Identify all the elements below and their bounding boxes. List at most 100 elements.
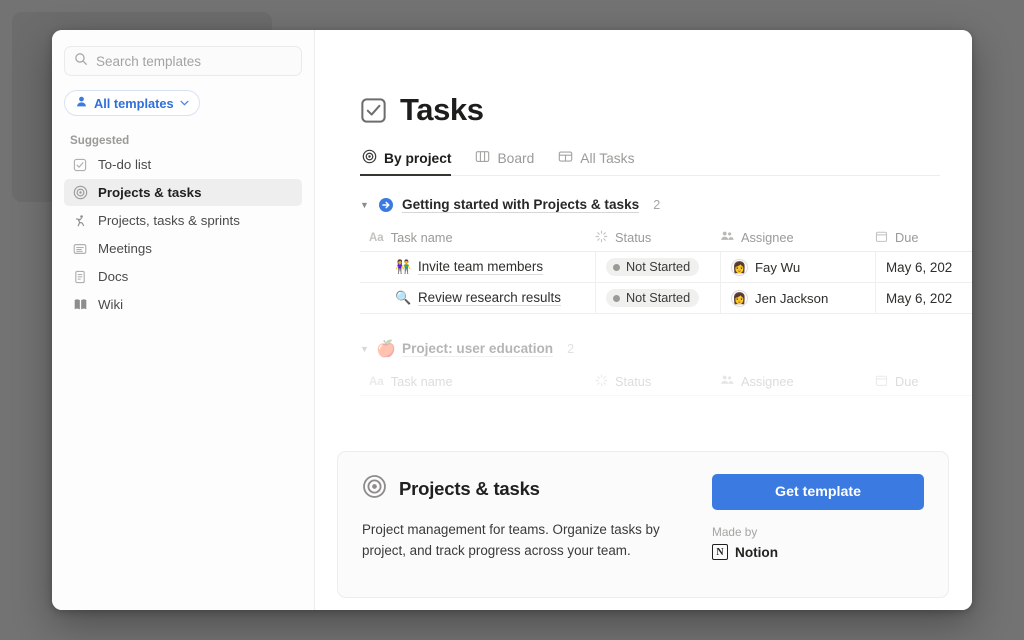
column-label: Assignee <box>741 230 794 245</box>
table-icon <box>558 149 573 167</box>
cell-task-name[interactable]: 🔍 Review research results <box>360 283 595 313</box>
sidebar: All templates Suggested To-do list Proje… <box>52 30 315 610</box>
cell-due[interactable]: May 6, 202 <box>875 283 972 313</box>
column-label: Task name <box>391 230 453 245</box>
task-group: ▼ Getting started with Projects & tasks … <box>360 194 972 314</box>
apple-emoji-icon: 🍎 <box>378 341 394 357</box>
sidebar-item-label: Projects, tasks & sprints <box>98 213 240 228</box>
task-table: Aa Task name Status <box>360 368 972 396</box>
sidebar-item-to-do-list[interactable]: To-do list <box>64 151 302 178</box>
status-icon <box>595 374 608 390</box>
all-templates-label: All templates <box>94 96 174 111</box>
maker-name: Notion <box>735 545 778 560</box>
info-card-right: Get template Made by N Notion <box>712 474 924 560</box>
column-header-task-name[interactable]: Aa Task name <box>360 224 595 251</box>
notion-logo-icon: N <box>712 544 728 560</box>
task-name-label: Review research results <box>418 290 561 306</box>
get-template-button[interactable]: Get template <box>712 474 924 510</box>
sidebar-item-wiki[interactable]: Wiki <box>64 291 302 318</box>
status-label: Not Started <box>626 260 690 274</box>
person-icon <box>75 95 88 111</box>
avatar: 👩 <box>731 290 748 307</box>
info-card-title: Projects & tasks <box>399 478 540 500</box>
task-table: Aa Task name Status <box>360 224 972 314</box>
task-name-label: Invite team members <box>418 259 543 275</box>
table-header-row: Aa Task name Status <box>360 368 972 396</box>
column-header-due[interactable]: Due <box>875 224 972 251</box>
screen-root: All templates Suggested To-do list Proje… <box>0 0 1024 640</box>
tab-all-tasks[interactable]: All Tasks <box>546 149 646 175</box>
template-preview-pane: Tasks By project Board <box>315 30 972 610</box>
people-icon <box>720 373 734 390</box>
sidebar-item-projects-tasks[interactable]: Projects & tasks <box>64 179 302 206</box>
preview-content: Tasks By project Board <box>315 30 972 396</box>
info-card-left: Projects & tasks Project management for … <box>362 474 707 562</box>
target-icon <box>72 185 88 201</box>
status-badge: Not Started <box>606 258 699 276</box>
sidebar-item-meetings[interactable]: Meetings <box>64 235 302 262</box>
table-header-row: Aa Task name Status <box>360 224 972 252</box>
tab-board[interactable]: Board <box>463 149 546 175</box>
search-box[interactable] <box>64 46 302 76</box>
column-header-due[interactable]: Due <box>875 368 972 395</box>
couple-emoji-icon: 👫 <box>395 259 410 275</box>
view-tabs: By project Board All Tasks <box>360 149 940 176</box>
chevron-down-icon <box>180 98 189 109</box>
cell-assignee[interactable]: 👩 Fay Wu <box>720 252 875 282</box>
status-dot-icon <box>613 295 620 302</box>
group-header[interactable]: ▼ 🍎 Project: user education 2 <box>360 338 972 360</box>
column-header-assignee[interactable]: Assignee <box>720 368 875 395</box>
column-header-task-name[interactable]: Aa Task name <box>360 368 595 395</box>
tab-label: All Tasks <box>580 151 634 166</box>
caret-down-icon[interactable]: ▼ <box>360 200 370 210</box>
column-label: Assignee <box>741 374 794 389</box>
page-title: Tasks <box>400 92 484 128</box>
template-picker-modal: All templates Suggested To-do list Proje… <box>52 30 972 610</box>
tab-label: By project <box>384 151 451 166</box>
checkbox-icon <box>72 157 88 173</box>
group-count: 2 <box>567 342 574 356</box>
all-templates-filter[interactable]: All templates <box>64 90 200 116</box>
cell-task-name[interactable]: 👫 Invite team members <box>360 252 595 282</box>
cell-due[interactable]: May 6, 202 <box>875 252 972 282</box>
table-row[interactable]: 🔍 Review research results Not Started <box>360 283 972 314</box>
info-card-title-row: Projects & tasks <box>362 474 707 504</box>
sidebar-item-projects-tasks-sprints[interactable]: Projects, tasks & sprints <box>64 207 302 234</box>
caret-down-icon[interactable]: ▼ <box>360 344 370 354</box>
board-icon <box>475 149 490 167</box>
calendar-icon <box>875 374 888 390</box>
column-header-status[interactable]: Status <box>595 368 720 395</box>
tab-label: Board <box>497 151 534 166</box>
cell-assignee[interactable]: 👩 Jen Jackson <box>720 283 875 313</box>
column-header-status[interactable]: Status <box>595 224 720 251</box>
table-row[interactable]: 👫 Invite team members Not Started <box>360 252 972 283</box>
column-label: Task name <box>391 374 453 389</box>
column-header-assignee[interactable]: Assignee <box>720 224 875 251</box>
avatar: 👩 <box>731 259 748 276</box>
book-icon <box>72 297 88 313</box>
tab-by-project[interactable]: By project <box>360 149 463 175</box>
column-label: Status <box>615 374 651 389</box>
sidebar-item-label: Docs <box>98 269 128 284</box>
sidebar-item-label: Wiki <box>98 297 123 312</box>
runner-icon <box>72 213 88 229</box>
template-info-card: Projects & tasks Project management for … <box>337 451 949 598</box>
sidebar-item-docs[interactable]: Docs <box>64 263 302 290</box>
aa-icon: Aa <box>369 232 384 244</box>
column-label: Status <box>615 230 651 245</box>
card-icon <box>72 241 88 257</box>
group-title: Project: user education <box>402 341 553 357</box>
status-dot-icon <box>613 264 620 271</box>
target-icon <box>362 474 387 504</box>
group-header[interactable]: ▼ Getting started with Projects & tasks … <box>360 194 972 216</box>
cell-status[interactable]: Not Started <box>595 283 720 313</box>
magnifier-emoji-icon: 🔍 <box>395 290 410 306</box>
search-input[interactable] <box>96 54 292 69</box>
group-title: Getting started with Projects & tasks <box>402 197 639 213</box>
checkbox-icon <box>360 97 387 124</box>
cell-status[interactable]: Not Started <box>595 252 720 282</box>
maker-row: N Notion <box>712 544 924 560</box>
calendar-icon <box>875 230 888 246</box>
section-label-suggested: Suggested <box>70 134 302 147</box>
people-icon <box>720 229 734 246</box>
